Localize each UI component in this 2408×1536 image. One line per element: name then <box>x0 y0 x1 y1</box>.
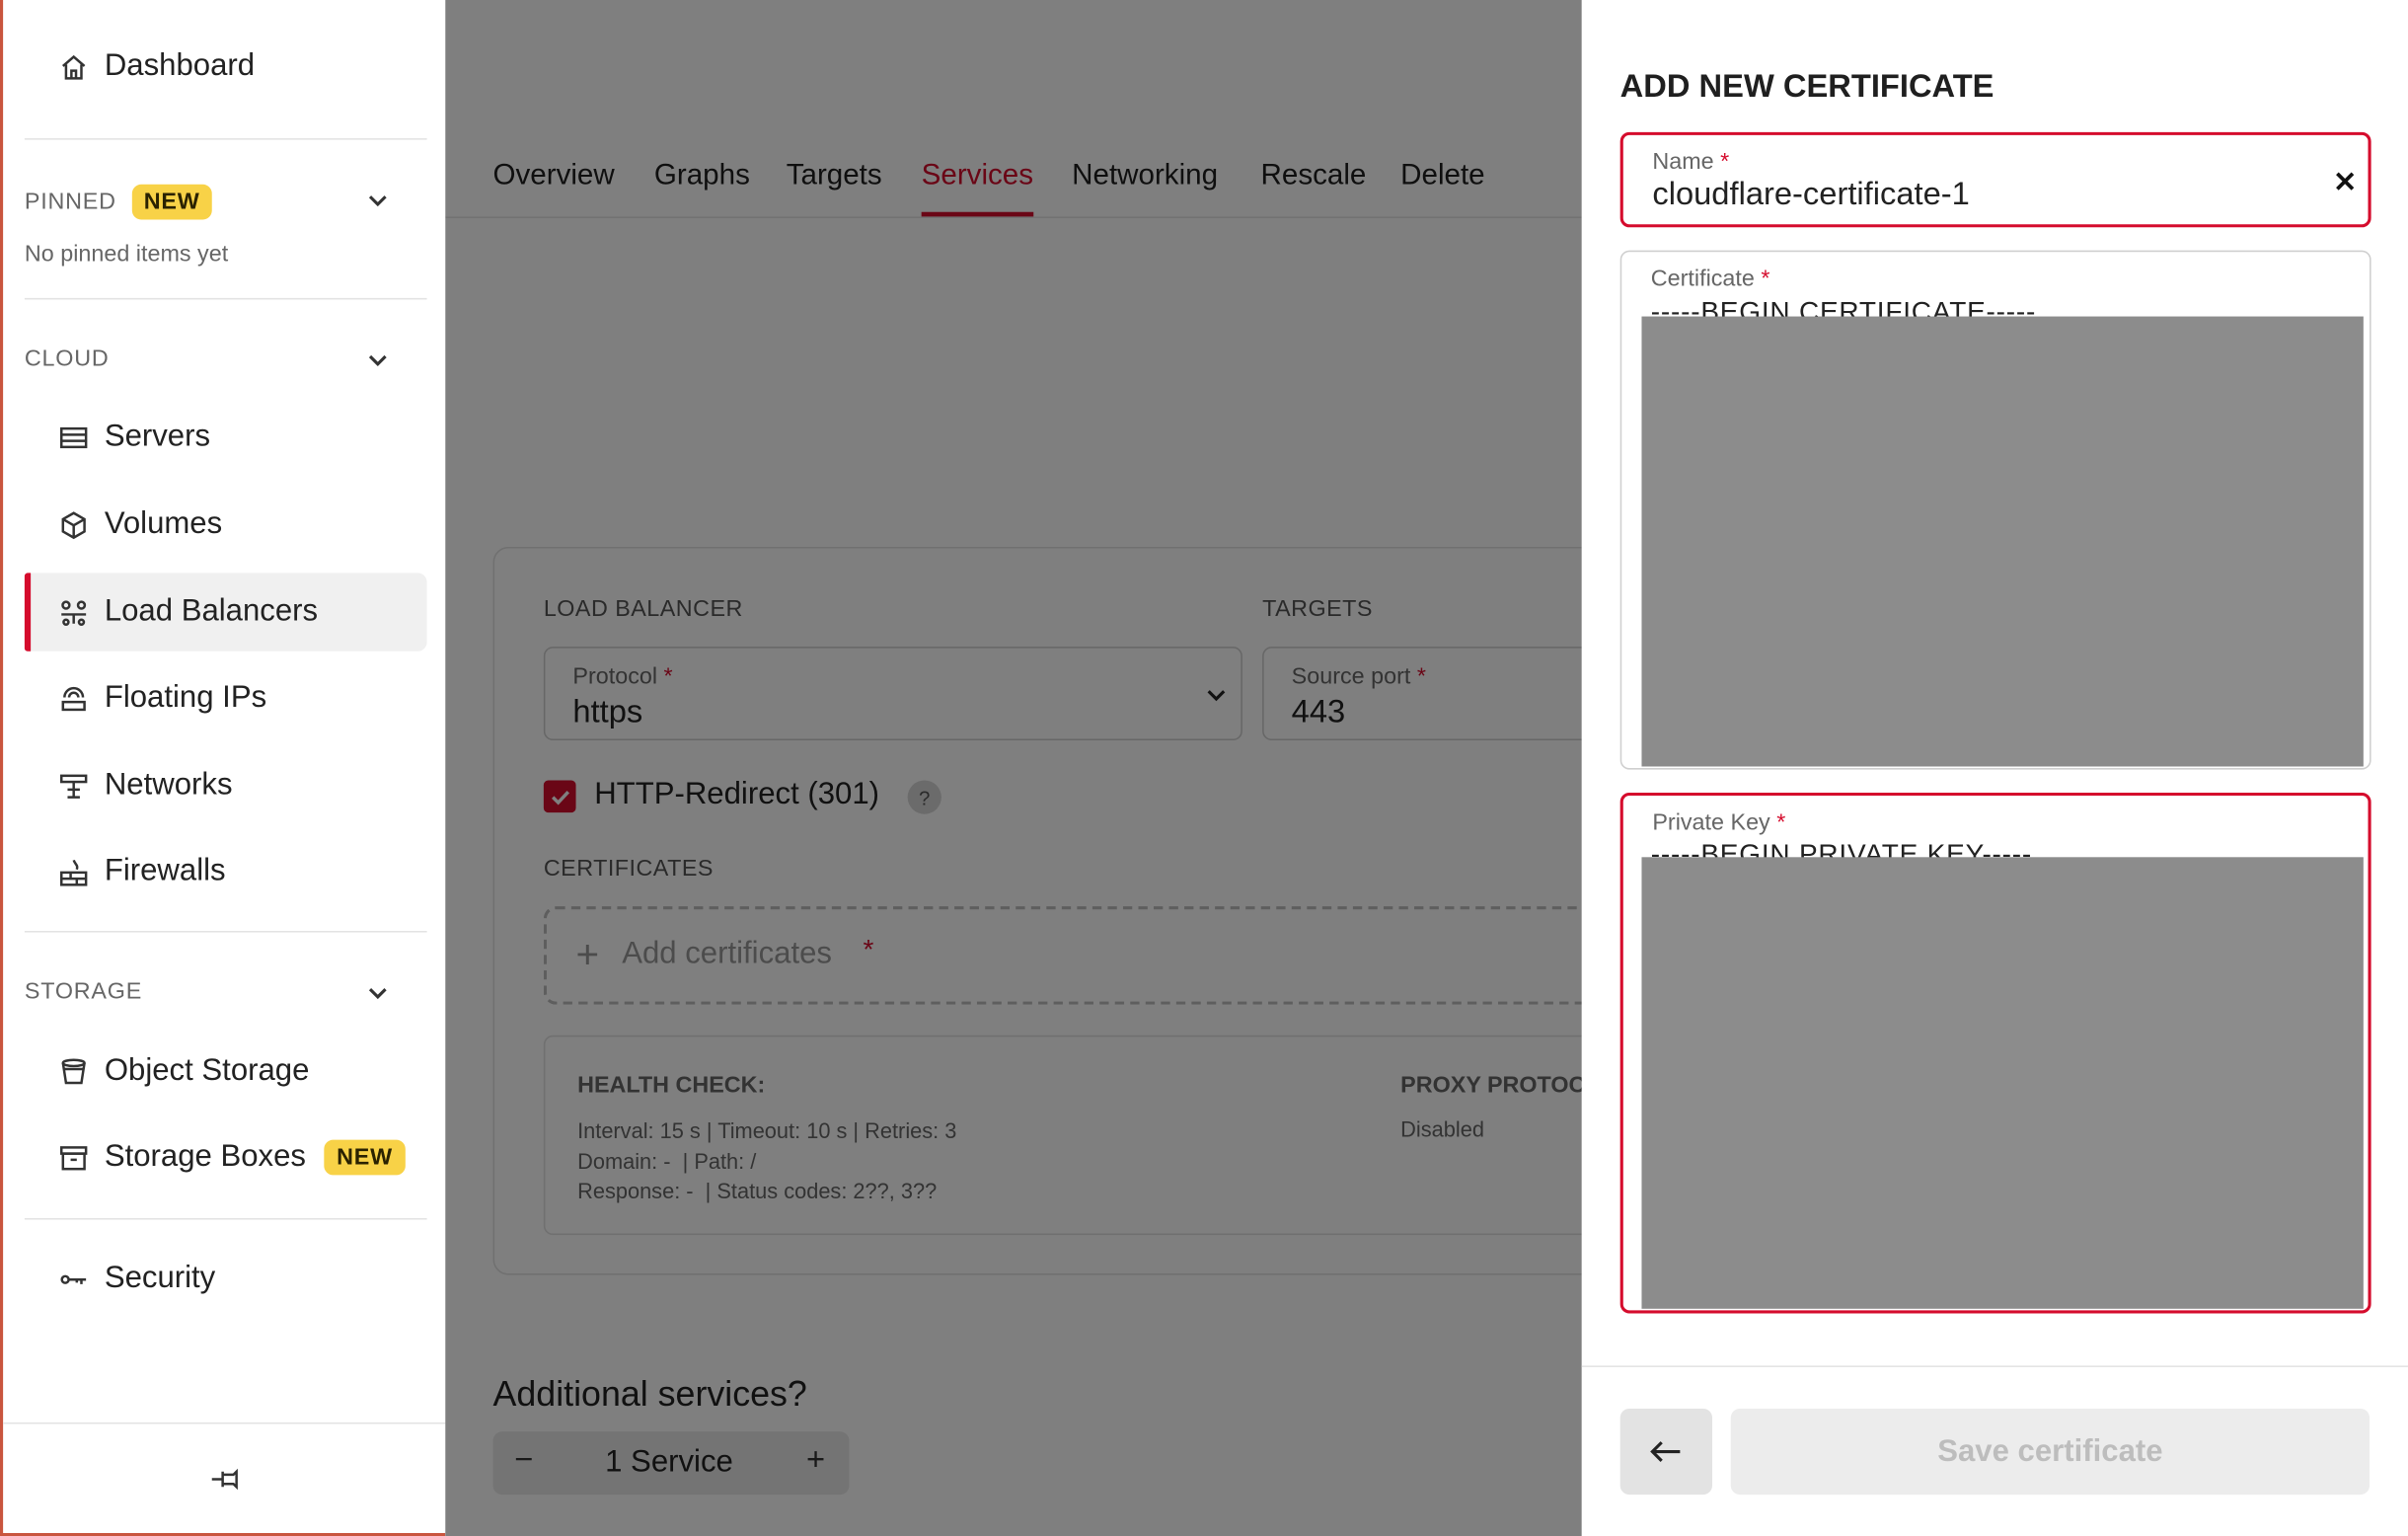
server-icon <box>55 419 92 455</box>
sidebar-item-label: Servers <box>104 419 211 454</box>
divider <box>24 930 427 933</box>
chevron-down-icon[interactable] <box>365 980 390 1005</box>
sidebar-item-dashboard[interactable]: Dashboard <box>25 28 427 106</box>
arrow-left-icon <box>1650 1441 1681 1462</box>
back-button[interactable] <box>1619 1408 1713 1496</box>
certificate-name-input[interactable]: Name * cloudflare-certificate-1 <box>1619 131 2371 228</box>
sidebar-item-label: Firewalls <box>104 854 226 888</box>
sidebar-item-floating-ips[interactable]: Floating IPs <box>25 659 427 737</box>
new-badge: NEW <box>131 184 213 220</box>
pinned-label: PINNED <box>24 189 116 215</box>
redacted-private-key-block <box>1641 857 2364 1309</box>
divider <box>24 297 427 300</box>
floating-ip-icon <box>55 680 92 717</box>
add-certificate-panel: ADD NEW CERTIFICATE Name * cloudflare-ce… <box>1581 0 2408 1536</box>
divider <box>24 138 427 140</box>
key-icon <box>55 1261 92 1297</box>
chevron-down-icon[interactable] <box>365 347 390 372</box>
sidebar-item-object-storage[interactable]: Object Storage <box>25 1033 427 1111</box>
sidebar-item-storage-boxes[interactable]: Storage Boxes NEW <box>25 1118 427 1196</box>
sidebar-item-label: Networks <box>104 768 233 803</box>
sidebar-item-label: Object Storage <box>104 1053 310 1088</box>
divider <box>1581 1365 2408 1367</box>
sidebar-item-label: Storage Boxes <box>104 1139 306 1174</box>
cube-icon <box>55 506 92 543</box>
name-label: Name * <box>1652 148 1730 176</box>
storage-section-header[interactable]: STORAGE <box>25 978 142 1004</box>
pinned-empty-text: No pinned items yet <box>24 241 229 268</box>
private-key-textarea[interactable]: Private Key * -----BEGIN PRIVATE KEY----… <box>1619 792 2371 1314</box>
sidebar-item-load-balancers[interactable]: Load Balancers <box>24 573 427 652</box>
certificate-label: Certificate * <box>1650 266 1770 292</box>
sidebar-item-networks[interactable]: Networks <box>25 746 427 824</box>
chevron-down-icon[interactable] <box>365 188 390 212</box>
sidebar-item-security[interactable]: Security <box>25 1240 427 1318</box>
redacted-certificate-block <box>1641 316 2364 767</box>
save-certificate-button[interactable]: Save certificate <box>1730 1408 2370 1496</box>
app-root: Dashboard PINNED NEW No pinned items yet… <box>0 0 2408 1536</box>
home-icon <box>55 48 92 85</box>
divider <box>3 1421 449 1424</box>
new-badge: NEW <box>324 1139 406 1176</box>
private-key-label: Private Key * <box>1652 809 1786 836</box>
cloud-section-header[interactable]: CLOUD <box>25 346 110 371</box>
divider <box>24 1217 427 1220</box>
sidebar-item-label: Dashboard <box>104 48 256 84</box>
bucket-icon <box>55 1053 92 1090</box>
certificate-textarea[interactable]: Certificate * -----BEGIN CERTIFICATE----… <box>1619 250 2371 770</box>
modal-overlay[interactable] <box>445 0 1582 1536</box>
archive-box-icon <box>55 1139 92 1176</box>
sidebar-item-volumes[interactable]: Volumes <box>25 486 427 564</box>
pin-icon[interactable] <box>209 1462 243 1496</box>
firewall-icon <box>55 853 92 889</box>
sidebar-item-firewalls[interactable]: Firewalls <box>25 832 427 910</box>
sidebar-item-label: Volumes <box>104 506 223 541</box>
pinned-section-header[interactable]: PINNED NEW <box>24 184 213 220</box>
sidebar: Dashboard PINNED NEW No pinned items yet… <box>0 0 449 1536</box>
sidebar-item-label: Load Balancers <box>104 594 319 629</box>
name-value: cloudflare-certificate-1 <box>1652 176 1970 212</box>
panel-title: ADD NEW CERTIFICATE <box>1619 69 1994 105</box>
sidebar-item-label: Floating IPs <box>104 680 267 715</box>
sidebar-item-label: Security <box>104 1261 216 1295</box>
sidebar-item-servers[interactable]: Servers <box>25 398 427 476</box>
load-balancer-icon <box>55 593 92 630</box>
network-icon <box>55 767 92 804</box>
close-icon[interactable] <box>2333 169 2358 193</box>
